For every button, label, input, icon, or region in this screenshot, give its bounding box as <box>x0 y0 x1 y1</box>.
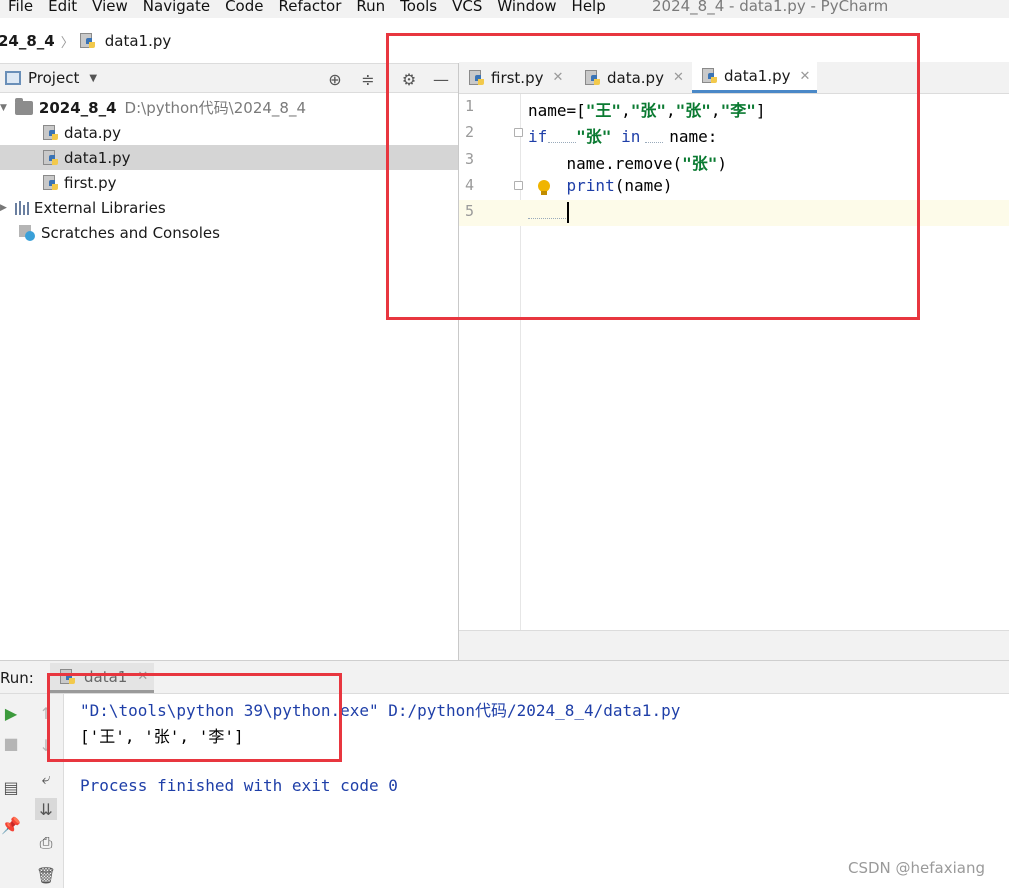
tree-root-name: 2024_8_4 <box>38 98 117 117</box>
rerun-icon[interactable]: ▶ <box>0 702 22 724</box>
collapse-all-icon[interactable]: ≑ <box>358 69 378 89</box>
scratches-icon <box>19 224 35 241</box>
menu-window[interactable]: Window <box>489 0 556 14</box>
tree-item-label: External Libraries <box>33 198 166 217</box>
scroll-to-end-icon[interactable]: ⇊ <box>35 798 57 820</box>
window-title: 2024_8_4 - data1.py - PyCharm <box>652 0 889 15</box>
soft-wrap-icon[interactable]: ⤶ <box>35 768 57 790</box>
breadcrumb: 24_8_4 〉 data1.py <box>0 29 171 53</box>
breadcrumb-project[interactable]: 24_8_4 <box>0 32 55 50</box>
watermark: CSDN @hefaxiang <box>848 859 986 877</box>
editor-status-strip <box>459 630 1009 660</box>
project-view-icon <box>5 71 21 85</box>
menu-code[interactable]: Code <box>217 0 263 14</box>
python-file-icon <box>43 149 59 166</box>
expand-triangle-icon[interactable]: ▶ <box>0 203 7 213</box>
tree-item-label: data.py <box>64 123 121 142</box>
expand-triangle-icon[interactable]: ▼ <box>0 103 7 113</box>
tree-item-label: data1.py <box>64 148 131 167</box>
console-exit-message: Process finished with exit code 0 <box>80 776 398 795</box>
menu-view[interactable]: View <box>84 0 128 14</box>
chevron-down-icon[interactable]: ▼ <box>89 73 97 84</box>
menu-help[interactable]: Help <box>564 0 606 14</box>
python-file-icon <box>43 174 59 191</box>
tree-root-path: D:\python代码\2024_8_4 <box>124 99 306 117</box>
menu-vcs[interactable]: VCS <box>444 0 482 14</box>
layout-icon[interactable]: ▤ <box>0 776 22 798</box>
menu-file[interactable]: File <box>0 0 33 14</box>
menu-navigate[interactable]: Navigate <box>135 0 210 14</box>
pin-icon[interactable]: 📌 <box>0 814 22 836</box>
chevron-right-icon: 〉 <box>60 35 74 51</box>
python-file-icon <box>79 33 96 49</box>
menu-run[interactable]: Run <box>348 0 385 14</box>
trash-icon[interactable]: 🗑 <box>35 864 57 886</box>
project-panel-title[interactable]: Project <box>28 69 79 87</box>
menu-refactor[interactable]: Refactor <box>270 0 341 14</box>
run-label: Run: <box>0 669 34 687</box>
breadcrumb-file[interactable]: data1.py <box>105 32 172 50</box>
menu-tools[interactable]: Tools <box>392 0 437 14</box>
library-icon <box>14 200 29 215</box>
tree-item-label: Scratches and Consoles <box>41 223 220 242</box>
menu-edit[interactable]: Edit <box>40 0 77 14</box>
locate-icon[interactable]: ⊕ <box>325 69 345 89</box>
stop-icon[interactable]: ■ <box>0 732 22 754</box>
annotation-box-console <box>47 673 342 762</box>
annotation-box-editor <box>386 33 920 320</box>
folder-icon <box>14 97 33 115</box>
print-icon[interactable]: ⎙ <box>35 832 57 854</box>
tree-item-label: first.py <box>64 173 117 192</box>
python-file-icon <box>43 124 59 141</box>
